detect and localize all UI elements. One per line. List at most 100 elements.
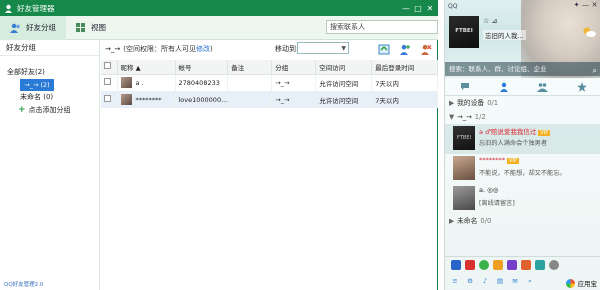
video-icon[interactable] (507, 260, 517, 270)
vip-badge: VIP (507, 158, 519, 164)
app-store-icon (565, 278, 575, 288)
move-to-label: 移动到: (275, 45, 299, 53)
move-to-select[interactable]: ▼ (297, 42, 349, 54)
select-all-header[interactable] (101, 60, 118, 75)
find-icon[interactable]: ⌕ (525, 277, 535, 286)
table-row[interactable]: a . 2780408233 →_→ 允许访问空间 7天以内 (101, 74, 438, 91)
buddy-status: 忘旧的人满命会个独男者 (479, 140, 548, 147)
my-signature[interactable]: 忘旧的人我... (483, 30, 526, 40)
avatar (120, 77, 132, 89)
buddy-name-text: a. (479, 186, 486, 194)
refresh-icon[interactable] (376, 42, 392, 56)
column-space-access[interactable]: 空间访问 (315, 60, 373, 75)
app-store-button[interactable]: 应用宝 (565, 278, 598, 288)
group-unnamed[interactable]: ▶ 未命名 0/0 (445, 214, 600, 228)
sidebar-header: 好友分组 (0, 40, 99, 56)
search-contacts-input[interactable]: 搜索联系人 (326, 20, 438, 34)
sound-icon[interactable]: ♪ (480, 277, 490, 285)
buddy-status: 不能说，不能想，却又不能忘。 (479, 170, 566, 177)
minimize-button[interactable]: — (400, 0, 412, 16)
buddy-status: [离线请留言] (479, 200, 515, 207)
column-remark[interactable]: 备注 (227, 60, 273, 75)
profile-header: QQ ✦ — ✕ FTBEI ☆ ⊿ 忘旧的人我... 搜索：联系人、群、讨论组… (445, 0, 600, 78)
shop-icon[interactable] (521, 260, 531, 270)
add-friend-icon[interactable] (397, 42, 413, 56)
qq-bottom-bar: ≡ ⚙ ♪ ▤ ✉ ⌕ 应用宝 (445, 256, 600, 290)
more-apps-icon[interactable] (549, 260, 559, 270)
group-arrow[interactable]: ▼ →_→ 1/2 (445, 110, 600, 124)
search-icon[interactable]: ⌕ (593, 64, 597, 78)
nickname-text: a . (135, 78, 144, 87)
tab-qzone[interactable] (562, 78, 600, 95)
group-sidebar: 好友分组 全部好友(2) →_→ (2) 未命名 (0) + 点击添加分组 QQ… (0, 40, 100, 290)
row-checkbox-cell[interactable] (101, 74, 118, 91)
footer-link[interactable]: QQ好友管理2.0 (4, 280, 43, 288)
group-count: 0/0 (480, 217, 492, 225)
remark-cell[interactable] (227, 91, 273, 108)
group-cell: →_→ (271, 91, 317, 108)
main-menu-icon[interactable]: ≡ (450, 277, 460, 285)
settings-gear-icon[interactable]: ⚙ (465, 277, 475, 285)
row-checkbox[interactable] (104, 95, 111, 102)
column-account[interactable]: 帐号 (175, 60, 229, 75)
tab-contacts[interactable] (484, 78, 523, 95)
skin-button[interactable]: ✦ (572, 1, 581, 10)
qq-space-icon[interactable] (451, 260, 461, 270)
qq-search-placeholder: 搜索：联系人、群、讨论组、企业 (449, 65, 547, 73)
maximize-button[interactable]: □ (412, 0, 424, 16)
space-permission: (空间权限：所有人可见修改) (123, 44, 212, 54)
tab-groups[interactable] (523, 78, 562, 95)
current-group-name: →_→ (105, 45, 121, 53)
qq-close-button[interactable]: ✕ (590, 1, 599, 10)
qq-tab-bar (445, 78, 600, 96)
chevron-right-icon: ▶ (449, 217, 455, 225)
buddy-item[interactable]: FTBEI a ♂赔说爱我我信过 VIP 忘旧的人满命会个独男者 (445, 124, 600, 154)
add-group-button[interactable]: + 点击添加分组 (0, 104, 99, 117)
buddy-name-text: ******** (479, 156, 505, 164)
modify-permission-link[interactable]: 修改 (196, 45, 210, 53)
delete-friend-icon[interactable] (418, 42, 434, 56)
qq-wallet-icon[interactable] (535, 260, 545, 270)
tab-messages[interactable] (445, 78, 484, 95)
remark-cell[interactable] (227, 74, 273, 91)
tree-item-selected-group[interactable]: →_→ (2) (20, 79, 54, 91)
account-cell: 2780408233 (175, 74, 229, 91)
close-button[interactable]: ✕ (424, 0, 436, 16)
select-all-checkbox[interactable] (104, 62, 111, 70)
weather-icon[interactable] (581, 26, 597, 38)
folder-icon[interactable]: ▤ (495, 277, 505, 285)
tab-view[interactable]: 视图 (66, 16, 116, 40)
column-last-login[interactable]: 最后登录时间 (371, 60, 438, 75)
chat-bubble-icon (460, 83, 469, 90)
mail-icon[interactable] (465, 260, 475, 270)
group-my-devices[interactable]: ▶ 我的设备 0/1 (445, 96, 600, 110)
last-login-cell: 7天以内 (371, 91, 438, 108)
my-avatar[interactable]: FTBEI (449, 16, 479, 48)
title-bar: 好友管理器 — □ ✕ (0, 0, 438, 16)
row-checkbox[interactable] (104, 78, 111, 86)
mail-envelope-icon[interactable]: ✉ (510, 277, 520, 285)
column-nickname[interactable]: 昵称 ▲ (117, 60, 176, 75)
tree-item-all-friends[interactable]: 全部好友(2) (0, 66, 99, 79)
game-icon[interactable] (479, 260, 489, 270)
friend-list-panel: →_→ (空间权限：所有人可见修改) 移动到: ▼ 昵称 ▲ 帐号 备注 分组 … (101, 40, 438, 290)
qq-search-input[interactable]: 搜索：联系人、群、讨论组、企业 ⌕ (445, 62, 600, 76)
buddy-name: a ♂赔说爱我我信过 VIP (479, 126, 551, 136)
tree-item-unnamed[interactable]: 未命名 (0) (0, 91, 99, 104)
chevron-down-icon: ▼ (341, 45, 346, 52)
app-store-label: 应用宝 (577, 280, 598, 288)
column-group[interactable]: 分组 (271, 60, 317, 75)
nickname-text: ******** (135, 95, 162, 104)
table-row[interactable]: ******** love1000000... →_→ 允许访问空间 7天以内 (101, 91, 438, 108)
group-name: 我的设备 (457, 99, 485, 107)
my-nickname[interactable]: ☆ ⊿ (483, 17, 497, 25)
nickname-cell: a . (117, 74, 176, 91)
qq-minimize-button[interactable]: — (581, 1, 590, 10)
space-access-cell: 允许访问空间 (315, 74, 373, 91)
buddy-item[interactable]: a. ◎◎ [离线请留言] (445, 184, 600, 214)
music-icon[interactable] (493, 260, 503, 270)
buddy-item[interactable]: ******** VIP 不能说，不能想，却又不能忘。 (445, 154, 600, 184)
tab-friend-groups[interactable]: 好友分组 (0, 15, 66, 40)
row-checkbox-cell[interactable] (101, 91, 118, 108)
account-cell: love1000000... (175, 91, 229, 108)
